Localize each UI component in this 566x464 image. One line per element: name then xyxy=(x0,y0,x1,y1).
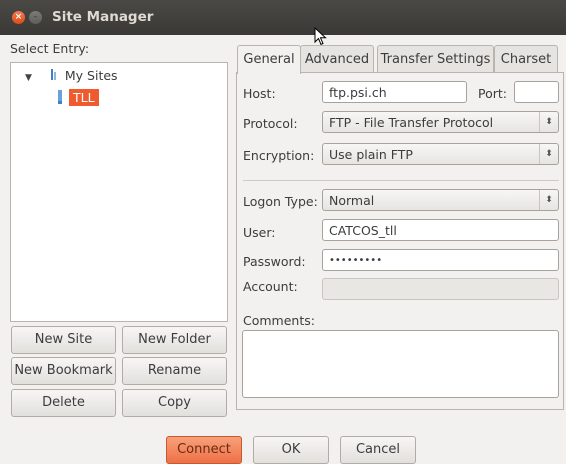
comments-label: Comments: xyxy=(243,313,315,328)
title-bar: × – Site Manager xyxy=(0,0,566,35)
ok-button[interactable]: OK xyxy=(253,436,329,464)
host-input[interactable]: ftp.psi.ch xyxy=(322,81,467,103)
encryption-value: Use plain FTP xyxy=(329,147,413,162)
tab-transfer-settings[interactable]: Transfer Settings xyxy=(377,45,494,73)
updown-arrow-icon: ⬍ xyxy=(539,112,558,132)
password-label: Password: xyxy=(243,254,306,269)
logon-type-label: Logon Type: xyxy=(243,194,318,209)
rename-button[interactable]: Rename xyxy=(122,357,227,385)
divider xyxy=(243,180,559,181)
protocol-select[interactable]: FTP - File Transfer Protocol ⬍ xyxy=(322,111,559,133)
protocol-value: FTP - File Transfer Protocol xyxy=(329,115,494,130)
copy-button[interactable]: Copy xyxy=(122,389,227,417)
user-label: User: xyxy=(243,225,276,240)
tree-item-tll[interactable]: TLL xyxy=(55,89,99,106)
logon-type-select[interactable]: Normal ⬍ xyxy=(322,189,559,211)
logon-type-value: Normal xyxy=(329,193,375,208)
password-input[interactable]: ••••••••• xyxy=(322,249,559,271)
port-input[interactable] xyxy=(514,81,559,103)
updown-arrow-icon: ⬍ xyxy=(539,144,558,164)
delete-button[interactable]: Delete xyxy=(11,389,116,417)
expander-down-icon[interactable]: ▼ xyxy=(25,73,32,83)
tab-general[interactable]: General xyxy=(237,45,301,74)
host-label: Host: xyxy=(243,86,276,101)
account-input xyxy=(322,278,559,300)
new-bookmark-button[interactable]: New Bookmark xyxy=(11,357,116,385)
tree-item-label: My Sites xyxy=(64,68,118,83)
server-icon xyxy=(58,90,62,104)
protocol-label: Protocol: xyxy=(243,116,298,131)
account-label: Account: xyxy=(243,279,298,294)
folder-icon xyxy=(50,69,56,80)
updown-arrow-icon: ⬍ xyxy=(539,190,558,210)
new-site-button[interactable]: New Site xyxy=(11,326,116,354)
close-icon[interactable]: × xyxy=(12,11,25,24)
window-title: Site Manager xyxy=(52,9,154,25)
port-label: Port: xyxy=(478,86,507,101)
minimize-icon[interactable]: – xyxy=(29,11,42,24)
tree-item-my-sites[interactable]: ▼ My Sites xyxy=(25,68,118,83)
encryption-label: Encryption: xyxy=(243,148,315,163)
site-tree[interactable]: ▼ My Sites TLL xyxy=(10,62,228,322)
encryption-select[interactable]: Use plain FTP ⬍ xyxy=(322,143,559,165)
select-entry-label: Select Entry: xyxy=(10,41,90,56)
comments-textarea[interactable] xyxy=(242,330,559,398)
mouse-cursor-icon xyxy=(314,27,327,46)
tree-item-label: TLL xyxy=(68,89,99,106)
tab-charset[interactable]: Charset xyxy=(494,45,558,73)
tab-advanced[interactable]: Advanced xyxy=(300,45,374,73)
new-folder-button[interactable]: New Folder xyxy=(122,326,227,354)
user-input[interactable]: CATCOS_tll xyxy=(322,219,559,241)
connect-button[interactable]: Connect xyxy=(166,436,242,464)
cancel-button[interactable]: Cancel xyxy=(340,436,416,464)
